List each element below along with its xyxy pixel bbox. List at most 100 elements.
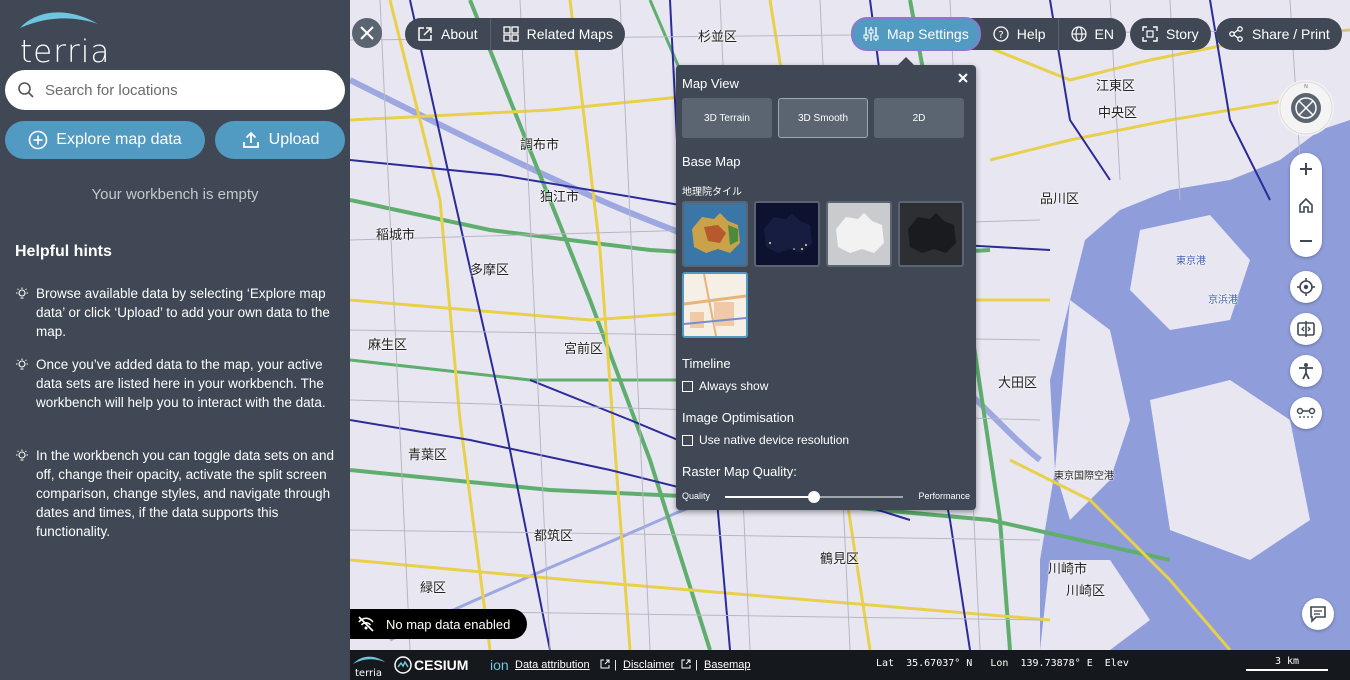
basemap-australia-natural[interactable] [682,201,748,267]
terria-logo[interactable]: terria [18,8,109,70]
scale-bar: 3 km [1246,656,1328,671]
native-resolution-checkbox[interactable]: Use native device resolution [682,433,849,447]
map-label: 品川区 [1040,192,1080,207]
bottom-bar: terria CESIUM ion Data attribution | Dis… [350,650,1350,680]
basemap-thumbnail [684,203,746,265]
minus-icon [1300,240,1312,242]
hint-text: Browse available data by selecting ‘Expl… [36,286,330,339]
zoom-control [1290,153,1322,257]
language-button[interactable]: EN [1059,18,1126,50]
explore-map-data-button[interactable]: Explore map data [5,121,205,159]
chat-icon [1310,606,1326,623]
logo-wave-icon [20,12,98,28]
view-2d-button[interactable]: 2D [874,98,964,138]
slider-thumb[interactable] [808,491,820,503]
map-label: 東京国際空港 [1054,471,1114,482]
map-label: 都筑区 [534,529,574,544]
measure-tool-button[interactable] [1290,397,1322,429]
timeline-always-show-checkbox[interactable]: Always show [682,379,768,393]
close-icon[interactable] [956,71,970,85]
hints-title: Helpful hints [15,243,112,260]
hint-item: Once you’ve added data to the map, your … [15,355,340,412]
split-screen-icon [1297,321,1315,337]
sidebar: terria Explore map data Upload Your work… [0,0,350,680]
add-circle-icon [28,130,48,150]
accessibility-icon [1299,363,1313,380]
checkbox-box[interactable] [682,434,693,446]
disclaimer-link[interactable]: Disclaimer [623,659,674,671]
map-label: 杉並区 [698,30,738,45]
hint-item: In the workbench you can toggle data set… [15,446,340,541]
map-label: 稲城市 [376,228,416,243]
view-3d-terrain-button[interactable]: 3D Terrain [682,98,772,138]
footer-separator: | [614,659,617,671]
map-label: 狛江市 [540,190,580,205]
help-button[interactable]: ? Help [981,18,1058,50]
coordinates-readout: Lat 35.67037° N Lon 139.73878° E Elev [876,658,1129,669]
story-button[interactable]: Story [1130,18,1211,50]
measure-icon [1296,407,1316,418]
location-target-icon [1297,278,1315,296]
ion-logo-text: ion [490,657,509,673]
close-icon [360,26,374,40]
share-print-button[interactable]: Share / Print [1216,18,1342,50]
basemap-australia-light[interactable] [826,201,892,267]
grid-icon [502,26,519,42]
map-label: 青葉区 [408,448,448,463]
raster-quality-heading: Raster Map Quality: [682,464,797,479]
external-link-icon [418,27,432,41]
lightbulb-icon [16,358,28,370]
hide-sidebar-button[interactable] [352,18,382,48]
checkbox-box[interactable] [682,380,693,392]
my-location-button[interactable] [1290,271,1322,303]
map-settings-panel: Map View 3D Terrain 3D Smooth 2D Base Ma… [676,57,976,510]
basemap-australia-dark[interactable] [898,201,964,267]
story-icon [1142,26,1158,42]
basemap-thumbnail [684,274,746,336]
top-nav-settings: Map Settings ? Help EN [851,17,1126,51]
compass-control[interactable]: N [1278,80,1334,136]
quality-label: Quality [682,491,711,501]
timeline-heading: Timeline [682,356,731,371]
lightbulb-icon [16,449,28,461]
cesium-icon [394,656,412,674]
search-input[interactable] [45,70,335,110]
related-maps-button[interactable]: Related Maps [491,18,625,50]
sliders-icon [863,27,879,41]
basemap-australia-night[interactable] [754,201,820,267]
language-label: EN [1094,26,1114,42]
panel-caret [898,57,914,65]
logo-text: terria [20,34,111,70]
map-settings-label: Map Settings [887,26,969,42]
zoom-in-button[interactable] [1290,153,1322,185]
raster-quality-slider-row: Quality Performance [682,488,970,504]
split-screen-button[interactable] [1290,313,1322,345]
map-view-heading: Map View [682,76,739,91]
svg-text:?: ? [998,30,1003,41]
related-maps-label: Related Maps [526,26,613,42]
basemap-thumbnail [828,203,890,265]
home-icon [1299,197,1313,213]
basemap-link[interactable]: Basemap [704,659,750,671]
top-nav-left: About Related Maps [405,18,625,50]
map-settings-button[interactable]: Map Settings [851,17,981,51]
slider-fill [725,496,814,498]
zoom-out-button[interactable] [1290,225,1322,257]
help-icon: ? [993,26,1009,42]
image-optimisation-heading: Image Optimisation [682,410,794,425]
story-label: Story [1166,26,1199,42]
search-box[interactable] [5,70,345,110]
svg-text:N: N [1304,84,1308,90]
no-map-data-text: No map data enabled [386,616,511,632]
data-attribution-link[interactable]: Data attribution [515,659,590,671]
accessibility-button[interactable] [1290,355,1322,387]
workbench-empty-text: Your workbench is empty [91,186,259,203]
map-label: 川崎区 [1066,584,1106,599]
feedback-button[interactable] [1302,598,1334,630]
upload-button[interactable]: Upload [215,121,345,159]
reset-view-button[interactable] [1290,189,1322,221]
about-button[interactable]: About [405,18,490,50]
external-link-icon [681,659,691,669]
basemap-gsi-tiles[interactable] [682,272,748,338]
view-3d-smooth-button[interactable]: 3D Smooth [778,98,868,138]
